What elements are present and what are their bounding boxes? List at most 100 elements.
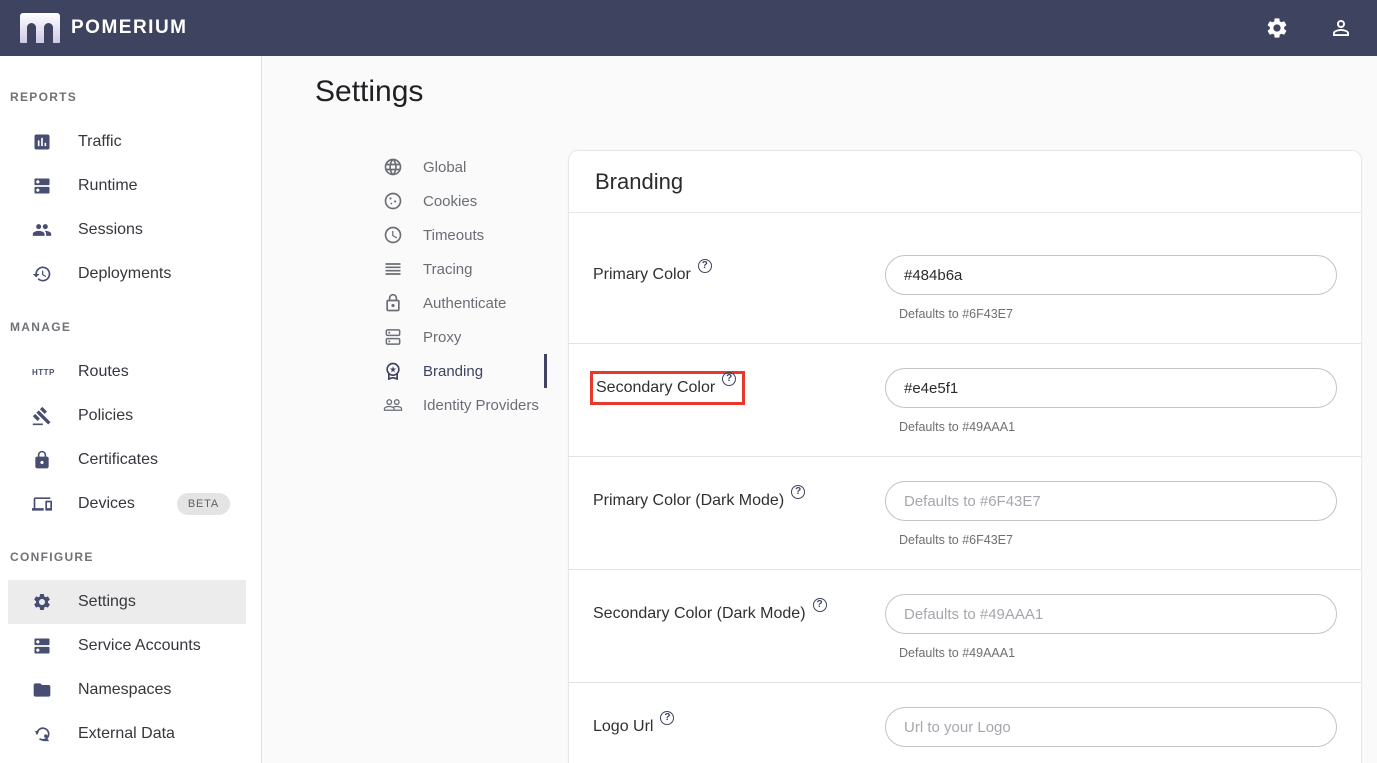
devices-icon — [32, 494, 52, 514]
gavel-icon — [32, 406, 52, 426]
history-icon — [32, 264, 52, 284]
tab-authenticate[interactable]: Authenticate — [383, 286, 547, 320]
help-icon[interactable]: ? — [813, 598, 827, 612]
sidebar-item-label: Service Accounts — [78, 637, 201, 655]
sidebar-item-settings[interactable]: Settings — [8, 580, 246, 624]
field-row-logo-url: Logo Url ? — [569, 682, 1361, 763]
sidebar-item-label: Runtime — [78, 177, 138, 195]
tab-label: Timeouts — [423, 227, 484, 244]
gear-icon[interactable] — [1265, 16, 1289, 40]
help-icon[interactable]: ? — [722, 372, 736, 386]
logo-url-input[interactable] — [885, 707, 1337, 747]
http-icon: HTTP — [32, 368, 52, 377]
secondary-color-label: Secondary Color ? — [596, 376, 736, 400]
sidebar: REPORTS Traffic Runtime Sessions Deploym… — [0, 56, 262, 763]
tab-global[interactable]: Global — [383, 150, 547, 184]
sidebar-item-devices[interactable]: Devices BETA — [8, 482, 246, 526]
gear-icon — [32, 592, 52, 612]
section-label-configure: CONFIGURE — [0, 550, 261, 564]
page-title: Settings — [315, 70, 1362, 114]
server-outline-icon — [383, 327, 403, 347]
sidebar-item-label: Policies — [78, 407, 133, 425]
server-stack-icon — [32, 636, 52, 656]
sidebar-item-policies[interactable]: Policies — [8, 394, 246, 438]
tab-tracing[interactable]: Tracing — [383, 252, 547, 286]
globe-icon — [383, 157, 403, 177]
sidebar-item-label: Devices — [78, 495, 135, 513]
field-row-primary-color: Primary Color ? Defaults to #6F43E7 — [569, 231, 1361, 343]
sidebar-item-certificates[interactable]: Certificates — [8, 438, 246, 482]
sidebar-item-label: Settings — [78, 593, 136, 611]
sidebar-item-namespaces[interactable]: Namespaces — [8, 668, 246, 712]
secondary-color-dark-input[interactable] — [885, 594, 1337, 634]
tab-branding[interactable]: Branding — [383, 354, 547, 388]
cookie-icon — [383, 191, 403, 211]
sidebar-item-label: External Data — [78, 725, 175, 743]
sidebar-item-sessions[interactable]: Sessions — [8, 208, 246, 252]
people-outline-icon — [383, 395, 403, 415]
card-title: Branding — [595, 169, 683, 195]
people-icon — [32, 220, 52, 240]
pomerium-logo-icon — [20, 13, 60, 43]
tab-label: Identity Providers — [423, 397, 539, 414]
help-icon[interactable]: ? — [698, 259, 712, 273]
secondary-color-highlight-box: Secondary Color ? — [590, 371, 745, 405]
external-data-icon — [32, 724, 52, 744]
tab-proxy[interactable]: Proxy — [383, 320, 547, 354]
lock-outline-icon — [383, 293, 403, 313]
sidebar-item-label: Sessions — [78, 221, 143, 239]
sidebar-item-external-data[interactable]: External Data — [8, 712, 246, 756]
sidebar-item-traffic[interactable]: Traffic — [8, 120, 246, 164]
sidebar-item-deployments[interactable]: Deployments — [8, 252, 246, 296]
sidebar-item-service-accounts[interactable]: Service Accounts — [8, 624, 246, 668]
tab-identity-providers[interactable]: Identity Providers — [383, 388, 547, 422]
app-header: POMERIUM — [0, 0, 1377, 56]
tab-label: Proxy — [423, 329, 461, 346]
helper-text: Defaults to #6F43E7 — [899, 307, 1337, 322]
branding-card: Branding Primary Color ? Defaults to #6F — [568, 150, 1362, 763]
helper-text: Defaults to #6F43E7 — [899, 533, 1337, 548]
section-label-reports: REPORTS — [0, 90, 261, 104]
field-row-primary-color-dark: Primary Color (Dark Mode) ? Defaults to … — [569, 456, 1361, 569]
lines-icon — [383, 259, 403, 279]
clock-icon — [383, 225, 403, 245]
secondary-color-input[interactable] — [885, 368, 1337, 408]
helper-text — [899, 759, 1337, 763]
server-stack-icon — [32, 176, 52, 196]
award-icon — [383, 361, 403, 381]
primary-color-label: Primary Color ? — [593, 263, 712, 287]
person-icon[interactable] — [1329, 16, 1353, 40]
helper-text: Defaults to #49AAA1 — [899, 420, 1337, 435]
help-icon[interactable]: ? — [660, 711, 674, 725]
secondary-color-dark-label: Secondary Color (Dark Mode) ? — [593, 602, 827, 626]
folder-icon — [32, 680, 52, 700]
helper-text: Defaults to #49AAA1 — [899, 646, 1337, 661]
bar-chart-icon — [32, 132, 52, 152]
beta-badge: BETA — [177, 493, 230, 515]
tab-label: Authenticate — [423, 295, 506, 312]
tab-timeouts[interactable]: Timeouts — [383, 218, 547, 252]
section-label-manage: MANAGE — [0, 320, 261, 334]
field-row-secondary-color: Secondary Color ? Defaults to #49AAA1 — [569, 343, 1361, 456]
tab-cookies[interactable]: Cookies — [383, 184, 547, 218]
tab-label: Branding — [423, 363, 483, 380]
primary-color-dark-input[interactable] — [885, 481, 1337, 521]
tab-label: Global — [423, 159, 466, 176]
tab-label: Cookies — [423, 193, 477, 210]
sidebar-item-label: Namespaces — [78, 681, 171, 699]
sidebar-item-label: Routes — [78, 363, 129, 381]
help-icon[interactable]: ? — [791, 485, 805, 499]
sidebar-item-label: Traffic — [78, 133, 122, 151]
logo-url-label: Logo Url ? — [593, 715, 674, 739]
sidebar-item-runtime[interactable]: Runtime — [8, 164, 246, 208]
sidebar-item-label: Certificates — [78, 451, 158, 469]
tab-label: Tracing — [423, 261, 472, 278]
primary-color-dark-label: Primary Color (Dark Mode) ? — [593, 489, 805, 513]
sidebar-item-routes[interactable]: HTTP Routes — [8, 350, 246, 394]
field-row-secondary-color-dark: Secondary Color (Dark Mode) ? Defaults t… — [569, 569, 1361, 682]
lock-icon — [32, 450, 52, 470]
sidebar-item-label: Deployments — [78, 265, 171, 283]
pomerium-logo[interactable]: POMERIUM — [20, 13, 188, 43]
settings-tab-list: Global Cookies Timeouts Tracing Authenti… — [383, 150, 547, 422]
primary-color-input[interactable] — [885, 255, 1337, 295]
